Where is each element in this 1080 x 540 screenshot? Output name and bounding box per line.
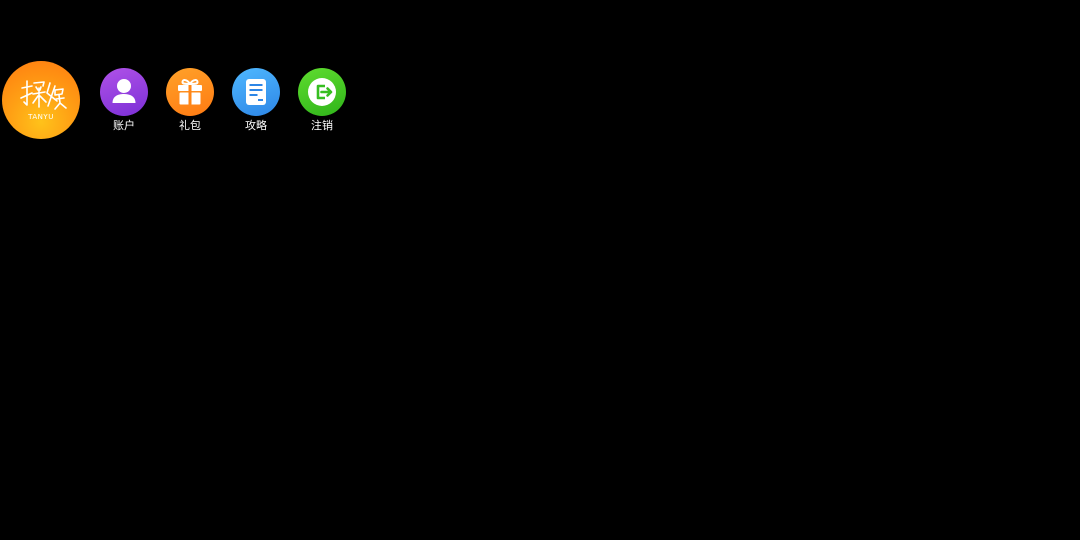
menu-item-logout[interactable]: 注销 <box>298 68 346 133</box>
floating-logo-button[interactable]: TANYU <box>2 61 80 139</box>
menu-item-label: 注销 <box>311 119 333 132</box>
document-icon <box>246 79 266 105</box>
logout-circle <box>298 68 346 116</box>
gift-icon <box>178 79 202 105</box>
menu-item-guide[interactable]: 攻略 <box>232 68 280 133</box>
logo-calligraphy-icon <box>20 80 67 110</box>
menu-item-label: 攻略 <box>245 119 267 132</box>
gift-circle <box>166 68 214 116</box>
menu-item-gift[interactable]: 礼包 <box>166 68 214 133</box>
account-circle <box>100 68 148 116</box>
game-overlay-screen: TANYU 账户 礼包 攻略 注销 <box>0 0 1080 540</box>
menu-item-account[interactable]: 账户 <box>100 68 148 133</box>
menu-item-label: 礼包 <box>179 119 201 132</box>
logo-subtitle: TANYU <box>28 113 54 121</box>
guide-circle <box>232 68 280 116</box>
user-icon <box>112 79 136 103</box>
menu-item-label: 账户 <box>113 119 135 132</box>
logout-icon <box>308 78 336 106</box>
